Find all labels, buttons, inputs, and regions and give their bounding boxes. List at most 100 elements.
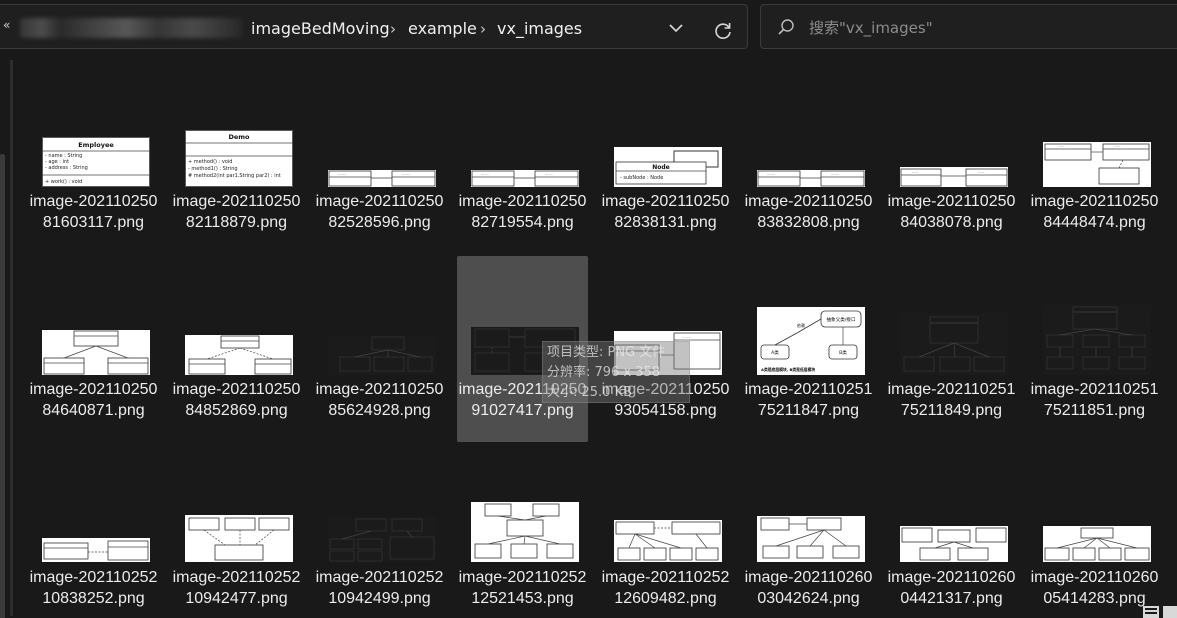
breadcrumb-item[interactable]: example	[408, 19, 477, 39]
file-item[interactable]: ------- ------- image-20211025082719554.pn…	[457, 96, 588, 282]
file-name: image-20211025212521453.png	[458, 569, 587, 607]
file-item[interactable]: image-20211025084640871.png	[28, 256, 159, 442]
scrollbar-thumb[interactable]	[0, 154, 5, 618]
file-thumbnail	[328, 517, 436, 562]
file-name: image-20211025083832808.png	[744, 193, 873, 231]
file-item[interactable]: Employee - name : String - age : int - add…	[28, 96, 159, 282]
breadcrumb-separator-icon[interactable]: ›	[390, 19, 396, 39]
svg-text:A类是底层模块, B类是低层模块: A类是底层模块, B类是低层模块	[761, 367, 815, 372]
file-item[interactable]: image-20211025210942499.png	[314, 444, 445, 618]
svg-text:--------: --------	[682, 335, 691, 339]
file-thumbnail	[328, 335, 436, 375]
svg-text:-----: -----	[1059, 144, 1064, 148]
file-name: image-20211025082838131.png	[601, 193, 730, 231]
svg-text:-------: -------	[831, 172, 839, 176]
file-name: image-20211025082118879.png	[172, 193, 301, 231]
file-item[interactable]: ------ ------ image-20211025084038078.png	[886, 96, 1017, 282]
svg-text:抽象父类/接口: 抽象父类/接口	[826, 316, 856, 323]
file-item[interactable]: image-20211026004421317.png	[886, 444, 1017, 618]
search-input[interactable]	[809, 15, 1149, 41]
svg-text:B类: B类	[839, 349, 847, 356]
breadcrumb-item[interactable]: imageBedMoving	[251, 19, 390, 39]
file-item[interactable]: ------- ------- image-20211025082528596.pn…	[314, 96, 445, 282]
file-thumbnail	[900, 526, 1008, 562]
svg-text:-------: -------	[545, 172, 553, 176]
file-item[interactable]: image-20211025212521453.png	[457, 444, 588, 618]
svg-text:Employee: Employee	[78, 141, 114, 149]
file-item[interactable]: image-20211025085624928.png	[314, 256, 445, 442]
breadcrumb-overflow-icon[interactable]: «	[3, 18, 10, 32]
svg-text:- subNode : Node: - subNode : Node	[620, 175, 663, 181]
tooltip-size: 大小: 25.0 KB	[547, 385, 633, 400]
file-thumbnail	[1043, 305, 1151, 375]
file-thumbnail: Employee - name : String - age : int - add…	[42, 137, 150, 187]
file-name: image-20211025175211849.png	[887, 381, 1016, 419]
redacted-path	[20, 18, 242, 38]
file-name: image-20211025210838252.png	[29, 569, 158, 607]
svg-text:-------: -------	[767, 172, 775, 176]
file-name: image-20211026005414283.png	[1030, 569, 1159, 607]
file-item[interactable]: Demo + method() : void - method1() : Stri…	[171, 96, 302, 282]
file-thumbnail	[900, 313, 1008, 375]
file-thumbnail: ------- -------	[757, 170, 865, 187]
file-name: image-20211025212609482.png	[601, 569, 730, 607]
address-bar[interactable]: « imageBedMoving › example › vx_images	[0, 4, 748, 49]
file-item[interactable]: image-20211025212609482.png	[600, 444, 731, 618]
file-item[interactable]: image-20211025175211851.png	[1029, 256, 1160, 442]
file-item[interactable]: image-20211025084852869.png	[171, 256, 302, 442]
file-thumbnail	[757, 516, 865, 562]
file-name: image-20211025082719554.png	[458, 193, 587, 231]
file-item[interactable]: ------- ------- image-20211025083832808.pn…	[743, 96, 874, 282]
svg-text:Demo: Demo	[228, 133, 250, 141]
file-item[interactable]: image-20211026005414283.png	[1029, 444, 1160, 618]
svg-text:A类: A类	[771, 349, 779, 356]
file-name: image-20211025084448474.png	[1030, 193, 1159, 231]
left-pane-scrollbar[interactable]	[0, 58, 14, 618]
file-item[interactable]: image-20211025210942477.png	[171, 444, 302, 618]
breadcrumb-item[interactable]: vx_images	[497, 19, 582, 39]
file-thumbnail: ----- -----	[1043, 142, 1151, 187]
file-item[interactable]: image-20211026003042624.png	[743, 444, 874, 618]
file-item[interactable]: 抽象父类/接口 A类 B类 依赖 A类是底层模块, B类是低层模块 image-2…	[743, 256, 874, 442]
file-thumbnail: Node - subNode : Node	[614, 147, 722, 187]
file-thumbnail: ------ ------	[900, 167, 1008, 187]
file-name: image-20211026003042624.png	[744, 569, 873, 607]
file-name: image-20211025084038078.png	[887, 193, 1016, 231]
svg-text:------: ------	[912, 170, 919, 174]
svg-text:+ work() : void: + work() : void	[45, 179, 82, 185]
svg-text:Node: Node	[652, 164, 670, 171]
search-box[interactable]	[760, 4, 1177, 49]
svg-text:依赖: 依赖	[797, 322, 805, 328]
file-name: image-20211025084852869.png	[172, 381, 301, 419]
file-name: image-20211025210942499.png	[315, 569, 444, 607]
svg-text:- method1() : String: - method1() : String	[188, 166, 238, 172]
file-item[interactable]: ----- ----- image-20211025084448474.png	[1029, 96, 1160, 282]
file-thumbnail	[42, 330, 150, 375]
svg-text:- address : String: - address : String	[45, 165, 88, 171]
file-thumbnail: ------- -------	[471, 170, 579, 187]
svg-text:-------: -------	[338, 172, 346, 176]
svg-text:+ method() : void: + method() : void	[188, 159, 232, 165]
view-mode-icons[interactable]	[1143, 604, 1177, 618]
pane-divider	[10, 60, 13, 616]
chevron-down-icon[interactable]	[666, 21, 686, 35]
refresh-icon[interactable]	[712, 20, 734, 42]
file-name: image-20211025085624928.png	[315, 381, 444, 419]
file-item[interactable]: image-20211025175211849.png	[886, 256, 1017, 442]
svg-text:------: ------	[978, 170, 985, 174]
file-name: image-20211025081603117.png	[29, 193, 158, 231]
file-item[interactable]: image-20211025210838252.png	[28, 444, 159, 618]
breadcrumb-separator-icon[interactable]: ›	[480, 19, 486, 39]
file-name: image-20211025175211847.png	[744, 381, 873, 419]
file-name: image-20211025175211851.png	[1030, 381, 1159, 419]
file-thumbnail	[471, 502, 579, 562]
file-item[interactable]: Node - subNode : Node image-202110250828…	[600, 96, 731, 282]
svg-text:-------: -------	[481, 172, 489, 176]
file-thumbnail	[1043, 526, 1151, 562]
file-thumbnail: 抽象父类/接口 A类 B类 依赖 A类是底层模块, B类是低层模块	[757, 307, 865, 375]
file-name: image-20211025210942477.png	[172, 569, 301, 607]
file-tooltip: 项目类型: PNG 文件 分辨率: 796 x 358 大小: 25.0 KB	[542, 341, 690, 403]
tooltip-type: 项目类型: PNG 文件	[547, 345, 666, 360]
svg-text:-----: -----	[1115, 144, 1120, 148]
file-thumbnail	[185, 335, 293, 375]
